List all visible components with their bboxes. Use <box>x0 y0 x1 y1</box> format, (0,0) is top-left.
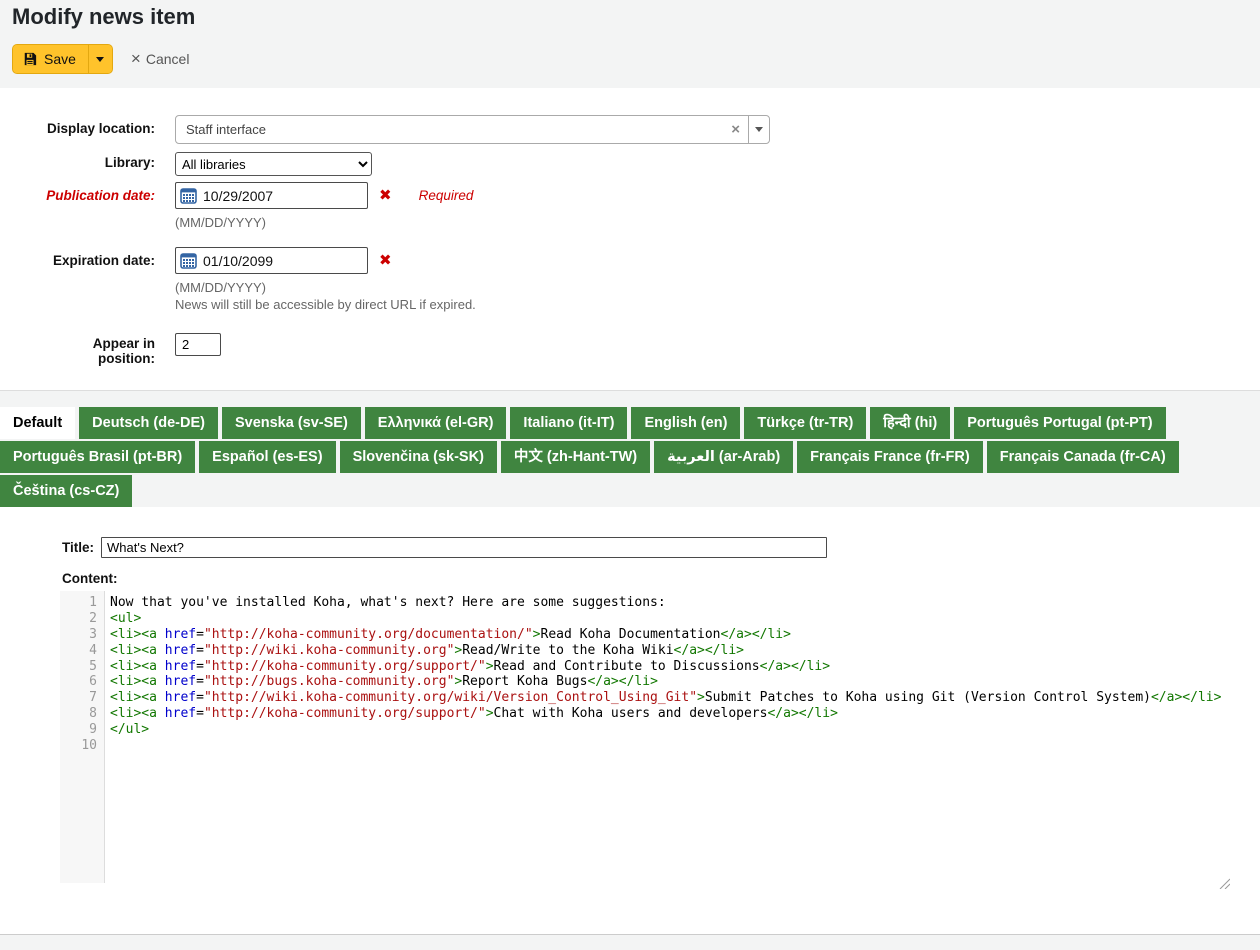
caret-down-icon <box>96 57 104 62</box>
expiration-date-label: Expiration date: <box>0 247 155 268</box>
language-tab[interactable]: हिन्दी (hi) <box>870 407 950 439</box>
red-x-icon[interactable]: ✖ <box>379 253 392 268</box>
language-tabs: DefaultDeutsch (de-DE)Svenska (sv-SE)Ελλ… <box>0 390 1260 507</box>
cancel-link[interactable]: × Cancel <box>131 51 190 67</box>
expiration-date-input[interactable] <box>175 247 368 274</box>
editor-code-area[interactable]: Now that you've installed Koha, what's n… <box>105 591 1232 883</box>
library-row: Library: All libraries <box>0 152 1260 176</box>
save-button[interactable]: Save <box>13 45 88 73</box>
code-line: </ul> <box>110 722 1232 738</box>
required-note: Required <box>419 188 474 203</box>
caret-down-icon <box>755 127 763 132</box>
code-line <box>110 738 1232 754</box>
date-format-hint: (MM/DD/YYYY) <box>175 280 476 296</box>
publication-date-row: Publication date: ✖ <box>0 182 1260 231</box>
language-tab[interactable]: Svenska (sv-SE) <box>222 407 361 439</box>
publication-date-label: Publication date: <box>0 182 155 203</box>
language-tab[interactable]: Slovenčina (sk-SK) <box>340 441 497 473</box>
close-icon: × <box>131 52 141 66</box>
calendar-icon[interactable] <box>180 252 197 269</box>
code-line: <li><a href="http://koha-community.org/s… <box>110 659 1232 675</box>
line-number: 4 <box>60 643 97 659</box>
select-open-button[interactable] <box>748 116 769 143</box>
language-tab[interactable]: Português Portugal (pt-PT) <box>954 407 1165 439</box>
title-label: Title: <box>62 540 94 555</box>
position-label: Appear in position: <box>0 333 155 366</box>
position-row: Appear in position: <box>0 333 1260 366</box>
language-tab[interactable]: 中文 (zh-Hant-TW) <box>501 441 650 473</box>
language-tab[interactable]: Deutsch (de-DE) <box>79 407 218 439</box>
expiration-date-row: Expiration date: ✖ <box>0 247 1260 313</box>
library-label: Library: <box>0 152 155 170</box>
language-tab[interactable]: Português Brasil (pt-BR) <box>0 441 195 473</box>
red-x-icon[interactable]: ✖ <box>379 188 392 203</box>
display-location-row: Display location: Staff interface × <box>0 115 1260 144</box>
code-line: <li><a href="http://koha-community.org/d… <box>110 627 1232 643</box>
page-header: Modify news item Save × Cancel <box>0 0 1260 88</box>
display-location-value: Staff interface <box>176 122 723 137</box>
library-select[interactable]: All libraries <box>175 152 372 176</box>
code-line: <li><a href="http://wiki.koha-community.… <box>110 690 1232 706</box>
position-input[interactable] <box>175 333 221 356</box>
expiration-note: News will still be accessible by direct … <box>175 297 476 313</box>
cancel-label: Cancel <box>146 51 190 67</box>
language-tab[interactable]: Italiano (it-IT) <box>510 407 627 439</box>
language-tab[interactable]: Français France (fr-FR) <box>797 441 983 473</box>
tab-pane-default: Title: Content: 12345678910 Now that you… <box>0 507 1260 883</box>
news-item-form: Display location: Staff interface × Libr… <box>0 88 1260 390</box>
save-split-button: Save <box>12 44 113 74</box>
toolbar: Save × Cancel <box>0 38 1260 74</box>
title-row: Title: <box>62 537 1260 558</box>
code-line: Now that you've installed Koha, what's n… <box>110 595 1232 611</box>
publication-date-input[interactable] <box>175 182 368 209</box>
x-icon[interactable]: × <box>723 121 748 138</box>
language-tab[interactable]: Español (es-ES) <box>199 441 335 473</box>
footer-bar <box>0 934 1260 950</box>
content-label: Content: <box>62 571 1260 586</box>
line-number: 9 <box>60 722 97 738</box>
editor-line-numbers: 12345678910 <box>60 591 105 883</box>
save-button-label: Save <box>44 51 76 67</box>
language-tab[interactable]: Čeština (cs-CZ) <box>0 475 132 507</box>
date-format-hint: (MM/DD/YYYY) <box>175 215 473 231</box>
line-number: 8 <box>60 706 97 722</box>
language-tab[interactable]: العربية (ar-Arab) <box>654 441 793 473</box>
line-number: 2 <box>60 611 97 627</box>
line-number: 3 <box>60 627 97 643</box>
line-number: 10 <box>60 738 97 754</box>
language-tab[interactable]: Ελληνικά (el-GR) <box>365 407 507 439</box>
floppy-disk-icon <box>23 52 37 66</box>
language-tab[interactable]: Default <box>0 407 75 439</box>
title-input[interactable] <box>101 537 827 558</box>
page-title: Modify news item <box>0 2 1260 38</box>
language-tab[interactable]: Français Canada (fr-CA) <box>987 441 1179 473</box>
code-line: <li><a href="http://bugs.koha-community.… <box>110 674 1232 690</box>
line-number: 7 <box>60 690 97 706</box>
line-number: 5 <box>60 659 97 675</box>
code-line: <li><a href="http://wiki.koha-community.… <box>110 643 1232 659</box>
calendar-icon[interactable] <box>180 187 197 204</box>
save-dropdown-toggle[interactable] <box>88 45 112 73</box>
code-line: <li><a href="http://koha-community.org/s… <box>110 706 1232 722</box>
code-line: <ul> <box>110 611 1232 627</box>
line-number: 6 <box>60 674 97 690</box>
language-tab[interactable]: Türkçe (tr-TR) <box>744 407 866 439</box>
line-number: 1 <box>60 595 97 611</box>
resize-grip-icon[interactable] <box>1217 876 1230 889</box>
content-code-editor[interactable]: 12345678910 Now that you've installed Ko… <box>60 591 1232 883</box>
language-tab[interactable]: English (en) <box>631 407 740 439</box>
display-location-select[interactable]: Staff interface × <box>175 115 770 144</box>
display-location-label: Display location: <box>0 115 155 136</box>
